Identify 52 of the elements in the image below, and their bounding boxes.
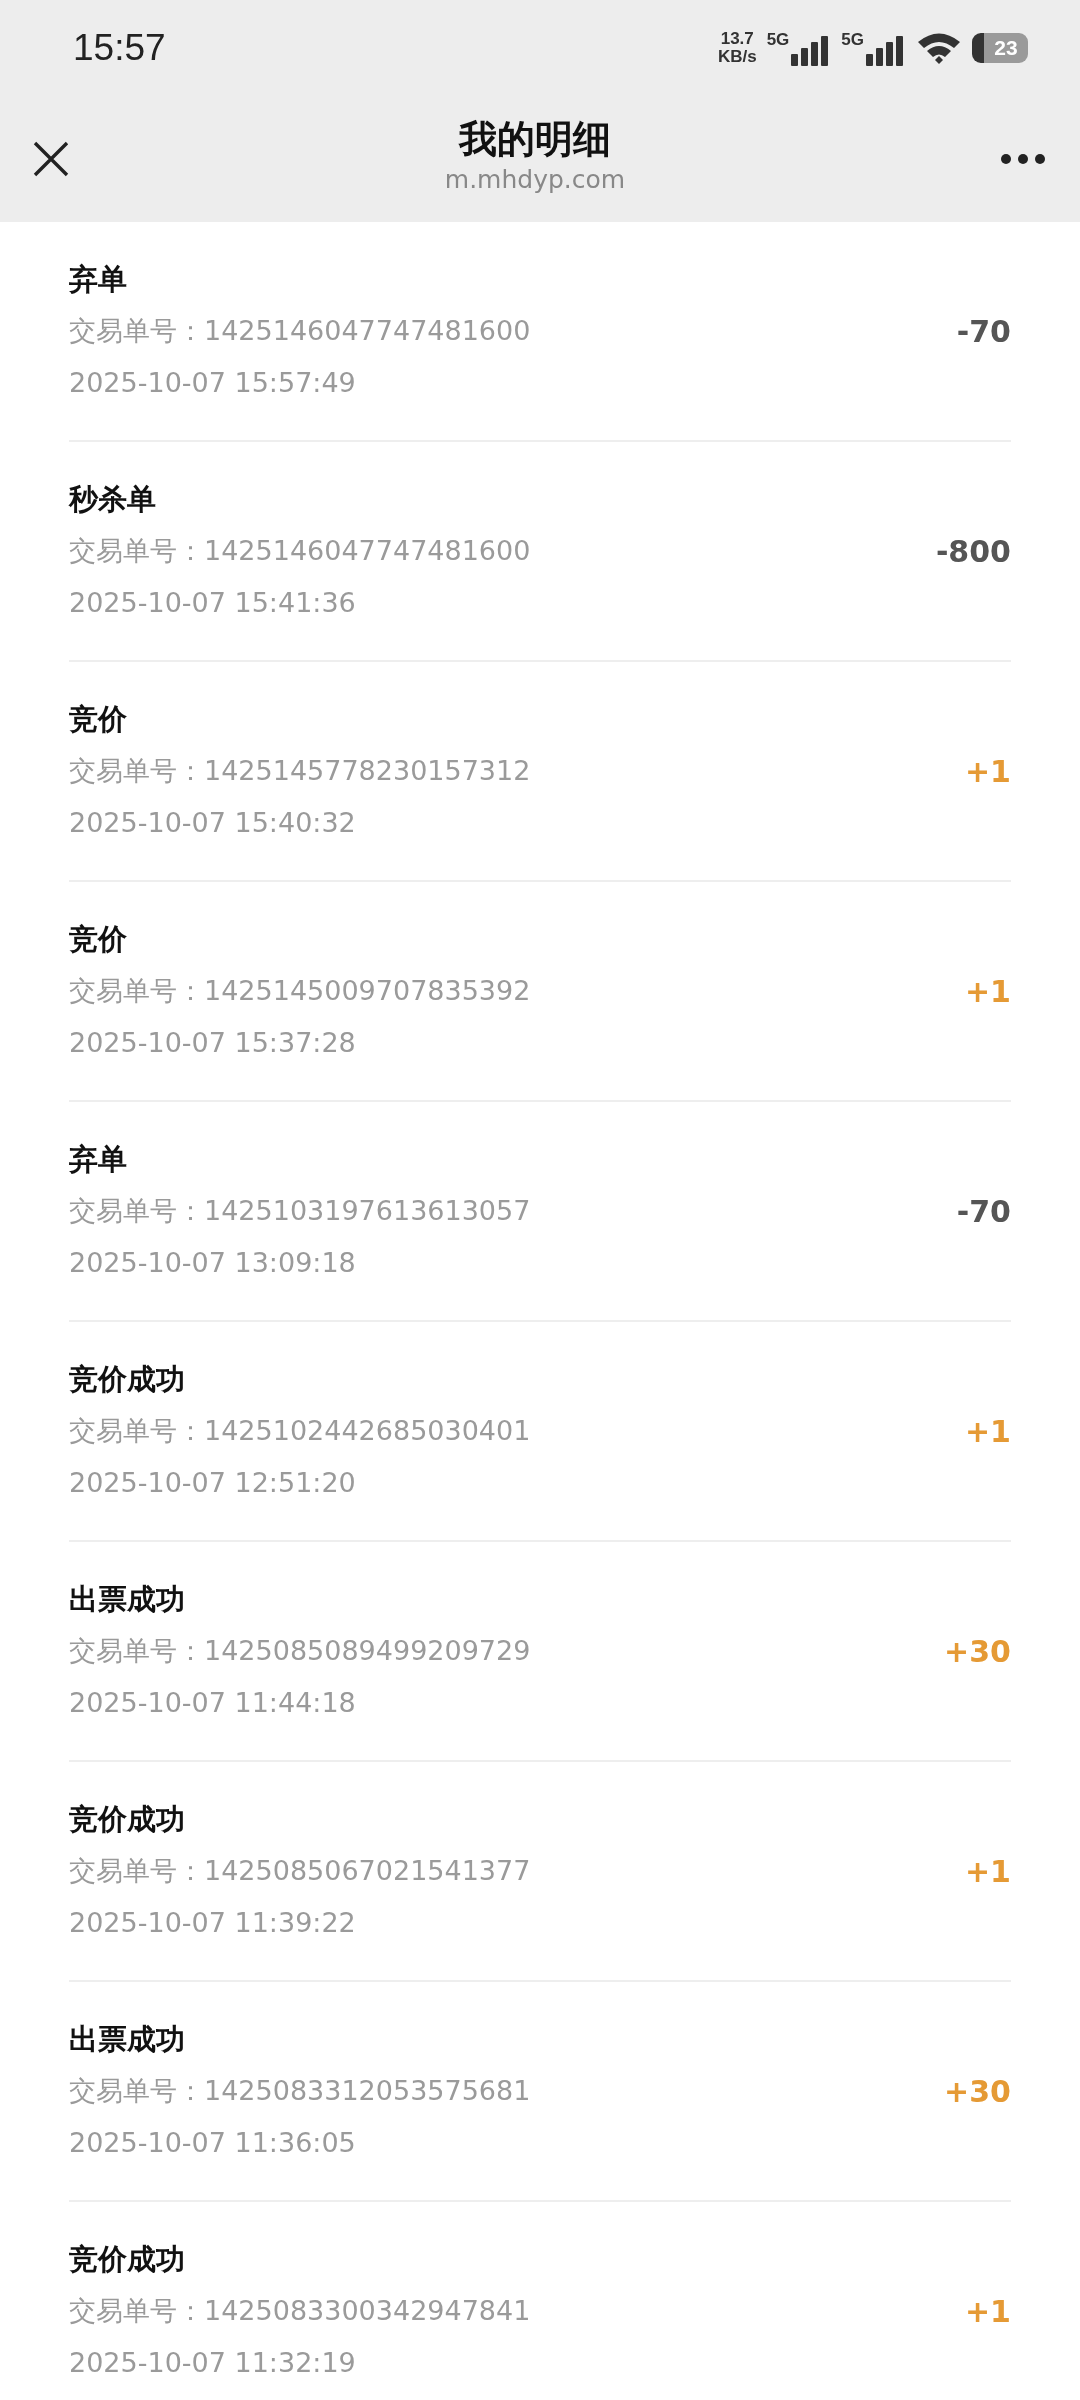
record-time: 2025-10-07 12:51:20: [69, 1466, 357, 1500]
record-title: 竞价: [69, 701, 128, 738]
amount: +30: [944, 2073, 1011, 2109]
amount: +1: [965, 753, 1011, 789]
order-number: 交易单号：1425083300342947841: [69, 2294, 531, 2328]
order-number: 交易单号：1425103197613613057: [69, 1194, 531, 1228]
order-number: 交易单号：1425146047747481600: [69, 314, 531, 348]
record-time: 2025-10-07 13:09:18: [69, 1246, 357, 1280]
record-title: 秒杀单: [69, 481, 157, 518]
amount: +1: [965, 1413, 1011, 1449]
record-title: 出票成功: [69, 2021, 186, 2058]
amount: -800: [935, 533, 1011, 569]
network-speed-unit: KB/s: [717, 48, 757, 66]
record-title: 竞价成功: [69, 1801, 186, 1838]
record-title: 弃单: [69, 261, 128, 298]
page-url: m.mhdyp.com: [444, 164, 626, 197]
amount: +30: [944, 1633, 1011, 1669]
status-time: 15:57: [73, 27, 166, 69]
network-speed: 13.7: [720, 30, 754, 48]
record-time: 2025-10-07 11:39:22: [69, 1906, 357, 1940]
record-title: 弃单: [69, 1141, 128, 1178]
order-number: 交易单号：1425085067021541377: [69, 1854, 531, 1888]
record-time: 2025-10-07 11:44:18: [69, 1686, 357, 1720]
record-title: 竞价成功: [69, 2241, 186, 2278]
network-type: 5G: [766, 30, 790, 50]
order-number: 交易单号：1425145778230157312: [69, 754, 531, 788]
record-time: 2025-10-07 11:36:05: [69, 2126, 357, 2160]
amount: +1: [965, 973, 1011, 1009]
record-time: 2025-10-07 15:40:32: [69, 806, 357, 840]
network-type: 5G: [841, 30, 864, 50]
record-time: 2025-10-07 15:37:28: [69, 1026, 357, 1060]
amount: +1: [965, 2293, 1011, 2329]
record-title: 竞价成功: [69, 1361, 186, 1398]
wifi-icon: [916, 31, 962, 65]
more-icon[interactable]: [1000, 153, 1046, 165]
amount: -70: [956, 1193, 1011, 1229]
order-number: 交易单号：1425085089499209729: [69, 1634, 531, 1668]
order-number: 交易单号：1425146047747481600: [69, 534, 531, 568]
record-title: 出票成功: [69, 1581, 186, 1618]
record-title: 竞价: [69, 921, 128, 958]
order-number: 交易单号：1425102442685030401: [69, 1414, 531, 1448]
battery-icon: 23: [972, 33, 1028, 63]
close-icon[interactable]: [32, 140, 70, 178]
order-number: 交易单号：1425145009707835392: [69, 974, 531, 1008]
amount: +1: [965, 1853, 1011, 1889]
order-number: 交易单号：1425083312053575681: [69, 2074, 531, 2108]
signal-icon: [866, 36, 906, 66]
record-time: 2025-10-07 15:41:36: [69, 586, 357, 620]
record-time: 2025-10-07 11:32:19: [69, 2346, 357, 2380]
record-time: 2025-10-07 15:57:49: [69, 366, 357, 400]
amount: -70: [956, 313, 1011, 349]
page-title: 我的明细: [459, 116, 611, 164]
